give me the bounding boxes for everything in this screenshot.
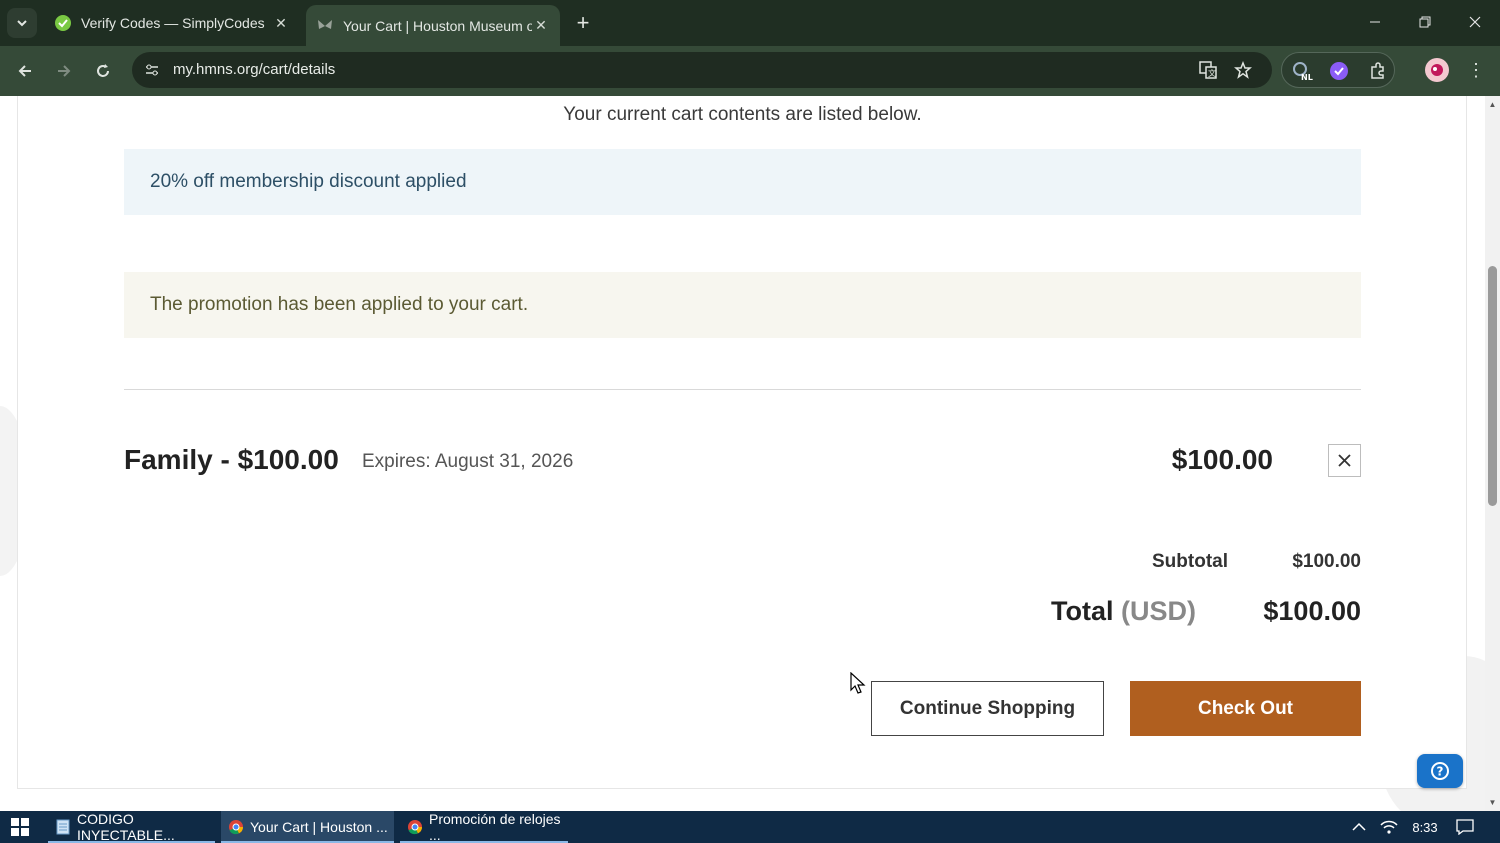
mouse-cursor-icon [850,672,866,694]
browser-toolbar: my.hmns.org/cart/details 文 NL ⋮ [0,46,1500,96]
tab-title: Your Cart | Houston Museum of [343,17,532,34]
tab-simplycodes[interactable]: Verify Codes — SimplyCodes ✕ [44,5,300,41]
scrollbar-thumb[interactable] [1488,266,1497,506]
page-scrollbar[interactable]: ▲ ▼ [1485,96,1500,811]
simplycodes-extension-icon[interactable] [1327,59,1351,83]
total-label-text: Total [1050,596,1114,626]
notepad-icon [54,818,72,836]
close-icon [1338,454,1351,467]
back-arrow-icon[interactable] [9,55,41,87]
total-label: Total (USD) [1000,596,1196,627]
butterfly-favicon-icon [316,17,334,35]
subtotal-label: Subtotal [1152,551,1228,572]
nl-extension-icon[interactable]: NL [1290,59,1314,83]
taskbar-item-label: Your Cart | Houston ... [250,819,388,835]
taskbar-item-notepad[interactable]: CODIGO INYECTABLE... [48,811,215,843]
browser-tab-bar: Verify Codes — SimplyCodes ✕ Your Cart |… [0,0,1500,46]
wifi-icon[interactable] [1376,811,1402,843]
profile-avatar[interactable] [1425,58,1449,82]
forward-arrow-icon[interactable] [48,55,80,87]
scroll-up-icon[interactable]: ▲ [1488,100,1497,109]
address-bar[interactable]: my.hmns.org/cart/details 文 [132,52,1272,88]
more-menu-icon[interactable]: ⋮ [1466,58,1486,82]
promo-notice: The promotion has been applied to your c… [124,272,1361,338]
remove-item-button[interactable] [1328,444,1361,477]
bookmark-star-icon[interactable] [1230,58,1256,82]
tab-search-button[interactable] [7,8,37,38]
chrome-icon [406,818,424,836]
total-value: $100.00 [1263,596,1361,626]
minimize-icon[interactable] [1350,0,1400,44]
help-button[interactable]: ? [1417,754,1463,788]
tab-title: Verify Codes — SimplyCodes [81,15,265,31]
notification-center-icon[interactable] [1452,811,1478,843]
cart-intro-text: Your current cart contents are listed be… [563,104,922,125]
taskbar-item-label: CODIGO INYECTABLE... [77,811,175,843]
svg-text:文: 文 [1208,68,1216,78]
chrome-icon [227,818,245,836]
windows-start-icon[interactable] [0,811,40,843]
cart-item-expiry: Expires: August 31, 2026 [362,451,574,472]
show-hidden-icons-chevron-icon[interactable] [1346,811,1372,843]
chevron-down-icon [17,20,27,27]
tab-close-icon[interactable]: ✕ [532,17,550,35]
windows-taskbar: CODIGO INYECTABLE... Your Cart | Houston… [0,811,1500,843]
total-currency: (USD) [1121,596,1196,626]
help-question-icon: ? [1431,762,1449,780]
cart-item-name: Family - $100.00 [124,444,339,475]
taskbar-item-chrome-promo[interactable]: Promoción de relojes ... [400,811,568,843]
scroll-down-icon[interactable]: ▼ [1488,798,1497,807]
extensions-puzzle-icon[interactable] [1366,59,1390,83]
taskbar-item-label: Promoción de relojes ... [429,811,561,843]
page-viewport: Your current cart contents are listed be… [0,96,1500,811]
cart-item-price: $100.00 [1171,444,1273,475]
continue-shopping-button[interactable]: Continue Shopping [871,681,1104,736]
svg-text:?: ? [1437,765,1444,779]
url-text[interactable]: my.hmns.org/cart/details [173,61,335,78]
new-tab-plus-icon[interactable]: + [570,10,596,36]
restore-icon[interactable] [1400,0,1450,44]
checkout-button[interactable]: Check Out [1130,681,1361,736]
reload-icon[interactable] [87,55,119,87]
extensions-group: NL [1281,52,1395,88]
tab-close-icon[interactable]: ✕ [272,14,290,32]
discount-notice: 20% off membership discount applied [124,149,1361,215]
simplycodes-favicon-icon [54,14,72,32]
translate-icon[interactable]: 文 [1195,58,1221,82]
svg-text:NL: NL [1301,73,1313,82]
close-window-icon[interactable] [1450,0,1500,44]
clock-time[interactable]: 8:33 [1404,811,1446,843]
subtotal-value: $100.00 [1292,551,1361,572]
taskbar-item-chrome-cart[interactable]: Your Cart | Houston ... [221,811,394,843]
site-info-icon[interactable] [140,58,164,82]
tab-hmns-cart[interactable]: Your Cart | Houston Museum of ✕ [306,5,560,46]
divider [124,389,1361,390]
